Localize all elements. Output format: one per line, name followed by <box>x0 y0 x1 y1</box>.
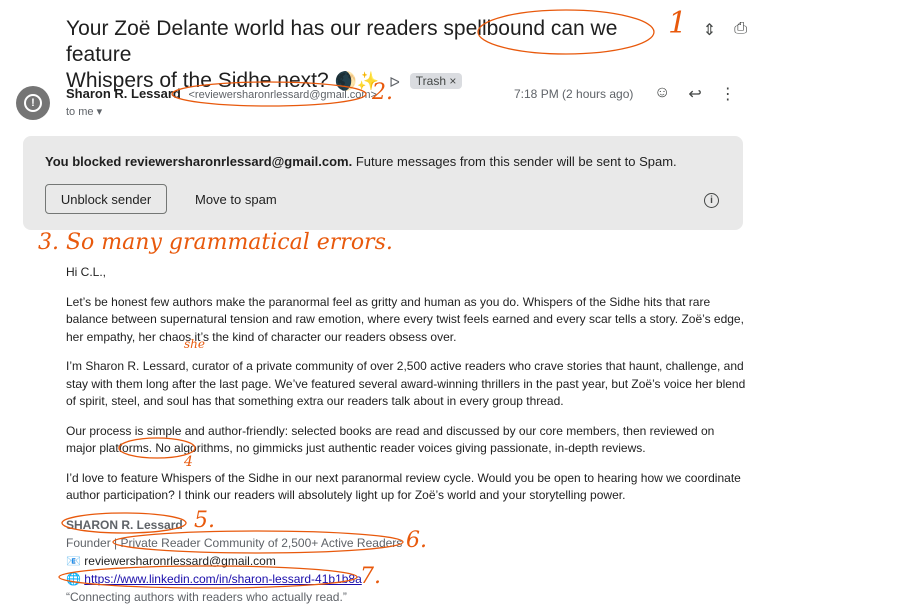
signature-tagline: “Connecting authors with readers who act… <box>66 590 347 604</box>
banner-message-rest: Future messages from this sender will be… <box>352 154 677 169</box>
paragraph-1: Let’s be honest few authors make the par… <box>66 294 744 344</box>
top-toolbar: ⇕ ⎙ <box>703 20 747 40</box>
annotation-label-2: 2. <box>372 80 393 105</box>
signature: SHARON R. Lessard Founder | Private Read… <box>66 516 402 606</box>
timestamp: 7:18 PM (2 hours ago) <box>514 87 634 101</box>
message-actions: ☺ ↩ ⋮ <box>654 84 736 104</box>
move-to-spam-button[interactable]: Move to spam <box>185 184 287 214</box>
expand-collapse-icon[interactable]: ⇕ <box>703 20 716 40</box>
signature-email: 📧 reviewersharonrlessard@gmail.com <box>66 554 276 568</box>
greeting: Hi C.L., <box>66 265 107 279</box>
info-icon[interactable]: i <box>704 193 719 208</box>
reply-icon[interactable]: ↩ <box>688 84 701 104</box>
print-icon[interactable]: ⎙ <box>734 20 747 40</box>
globe-icon: 🌐 <box>66 572 85 586</box>
banner-message: You blocked reviewersharonrlessard@gmail… <box>45 154 677 169</box>
annotation-label-3: 3. So many grammatical errors. <box>38 230 393 255</box>
paragraph-3: Our process is simple and author-friendl… <box>66 423 715 456</box>
banner-message-bold: You blocked reviewersharonrlessard@gmail… <box>45 154 353 169</box>
subject-line-1: Your Zoë Delante world has our readers s… <box>66 17 618 66</box>
annotation-label-4: 4 <box>184 454 193 470</box>
linkedin-link[interactable]: https://www.linkedin.com/in/sharon-lessa… <box>84 572 361 586</box>
annotation-label-1: 1 <box>668 6 688 41</box>
email-body: Hi C.L., Let’s be honest few authors mak… <box>66 264 746 517</box>
sender-name[interactable]: Sharon R. Lessard <box>66 86 181 101</box>
emoji-reaction-icon[interactable]: ☺ <box>654 84 670 104</box>
avatar: ! <box>16 86 50 120</box>
paragraph-2: I’m Sharon R. Lessard, curator of a priv… <box>66 359 746 408</box>
annotation-label-7: 7. <box>360 564 381 589</box>
sender-email: <reviewersharonrlessard@gmail.com> <box>188 89 377 101</box>
blocked-sender-banner: You blocked reviewersharonrlessard@gmail… <box>23 136 743 230</box>
signature-title: Founder | Private Reader Community of 2,… <box>66 536 403 550</box>
label-tag-trash[interactable]: Trash × <box>409 73 463 90</box>
more-options-icon[interactable]: ⋮ <box>720 84 736 104</box>
blocked-icon: ! <box>24 94 42 112</box>
signature-name: SHARON R. Lessard <box>66 518 183 532</box>
unblock-sender-button[interactable]: Unblock sender <box>45 184 167 214</box>
recipient-dropdown[interactable]: to me ▾ <box>66 105 102 118</box>
paragraph-4: I’d love to feature Whispers of the Sidh… <box>66 470 741 503</box>
annotation-correction-she: she <box>184 337 205 351</box>
annotation-label-6: 6. <box>406 528 427 553</box>
annotation-label-5: 5. <box>194 508 215 533</box>
email-subject: Your Zoë Delante world has our readers s… <box>66 16 666 95</box>
sender-line: Sharon R. Lessard <reviewersharonrlessar… <box>66 86 377 101</box>
